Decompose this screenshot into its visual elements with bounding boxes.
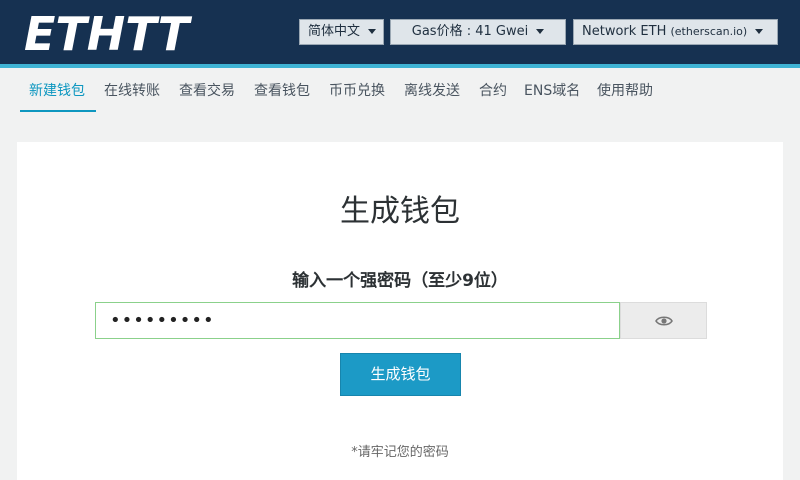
main-nav: 新建钱包 在线转账 查看交易 查看钱包 币币兑换 离线发送 合约 ENS域名 使… [0, 68, 800, 116]
generate-wallet-card: 生成钱包 输入一个强密码（至少9位） ••••••••• 生成钱包 *请牢记您的… [17, 142, 783, 480]
eye-icon [655, 316, 673, 326]
network-dropdown[interactable]: Network ETH (etherscan.io) [573, 19, 778, 45]
password-value: ••••••••• [110, 310, 215, 331]
nav-item-offline-send[interactable]: 离线发送 [404, 68, 460, 112]
nav-item-view-transaction[interactable]: 查看交易 [179, 68, 235, 112]
nav-item-help[interactable]: 使用帮助 [597, 68, 653, 112]
ethtt-logo[interactable]: ETHTT [22, 8, 222, 56]
language-value: 简体中文 [308, 24, 361, 39]
chevron-down-icon [368, 29, 377, 34]
nav-item-new-wallet[interactable]: 新建钱包 [29, 68, 85, 112]
chevron-down-icon [755, 29, 764, 34]
network-provider: (etherscan.io) [670, 25, 748, 38]
nav-item-send-online[interactable]: 在线转账 [104, 68, 160, 112]
password-input[interactable]: ••••••••• [95, 302, 620, 339]
nav-item-view-wallet[interactable]: 查看钱包 [254, 68, 310, 112]
generate-wallet-button[interactable]: 生成钱包 [340, 353, 461, 396]
top-header: ETHTT 简体中文 Gas价格 : 41 Gwei Network ETH (… [0, 0, 800, 64]
network-name: Network ETH [582, 24, 667, 39]
password-label: 输入一个强密码（至少9位） [292, 271, 508, 291]
active-tab-underline [20, 110, 96, 112]
remember-password-note: *请牢记您的密码 [351, 445, 449, 460]
chevron-down-icon [536, 29, 545, 34]
gas-price-value: Gas价格 : 41 Gwei [411, 24, 529, 39]
gas-price-dropdown[interactable]: Gas价格 : 41 Gwei [390, 19, 566, 45]
language-dropdown[interactable]: 简体中文 [299, 19, 384, 45]
nav-item-contracts[interactable]: 合约 [479, 68, 507, 112]
logo-text: ETHTT [24, 8, 193, 56]
nav-item-swap[interactable]: 币币兑换 [329, 68, 385, 112]
page-title: 生成钱包 [340, 194, 460, 229]
toggle-password-visibility-button[interactable] [620, 302, 707, 339]
nav-item-ens[interactable]: ENS域名 [524, 68, 580, 112]
